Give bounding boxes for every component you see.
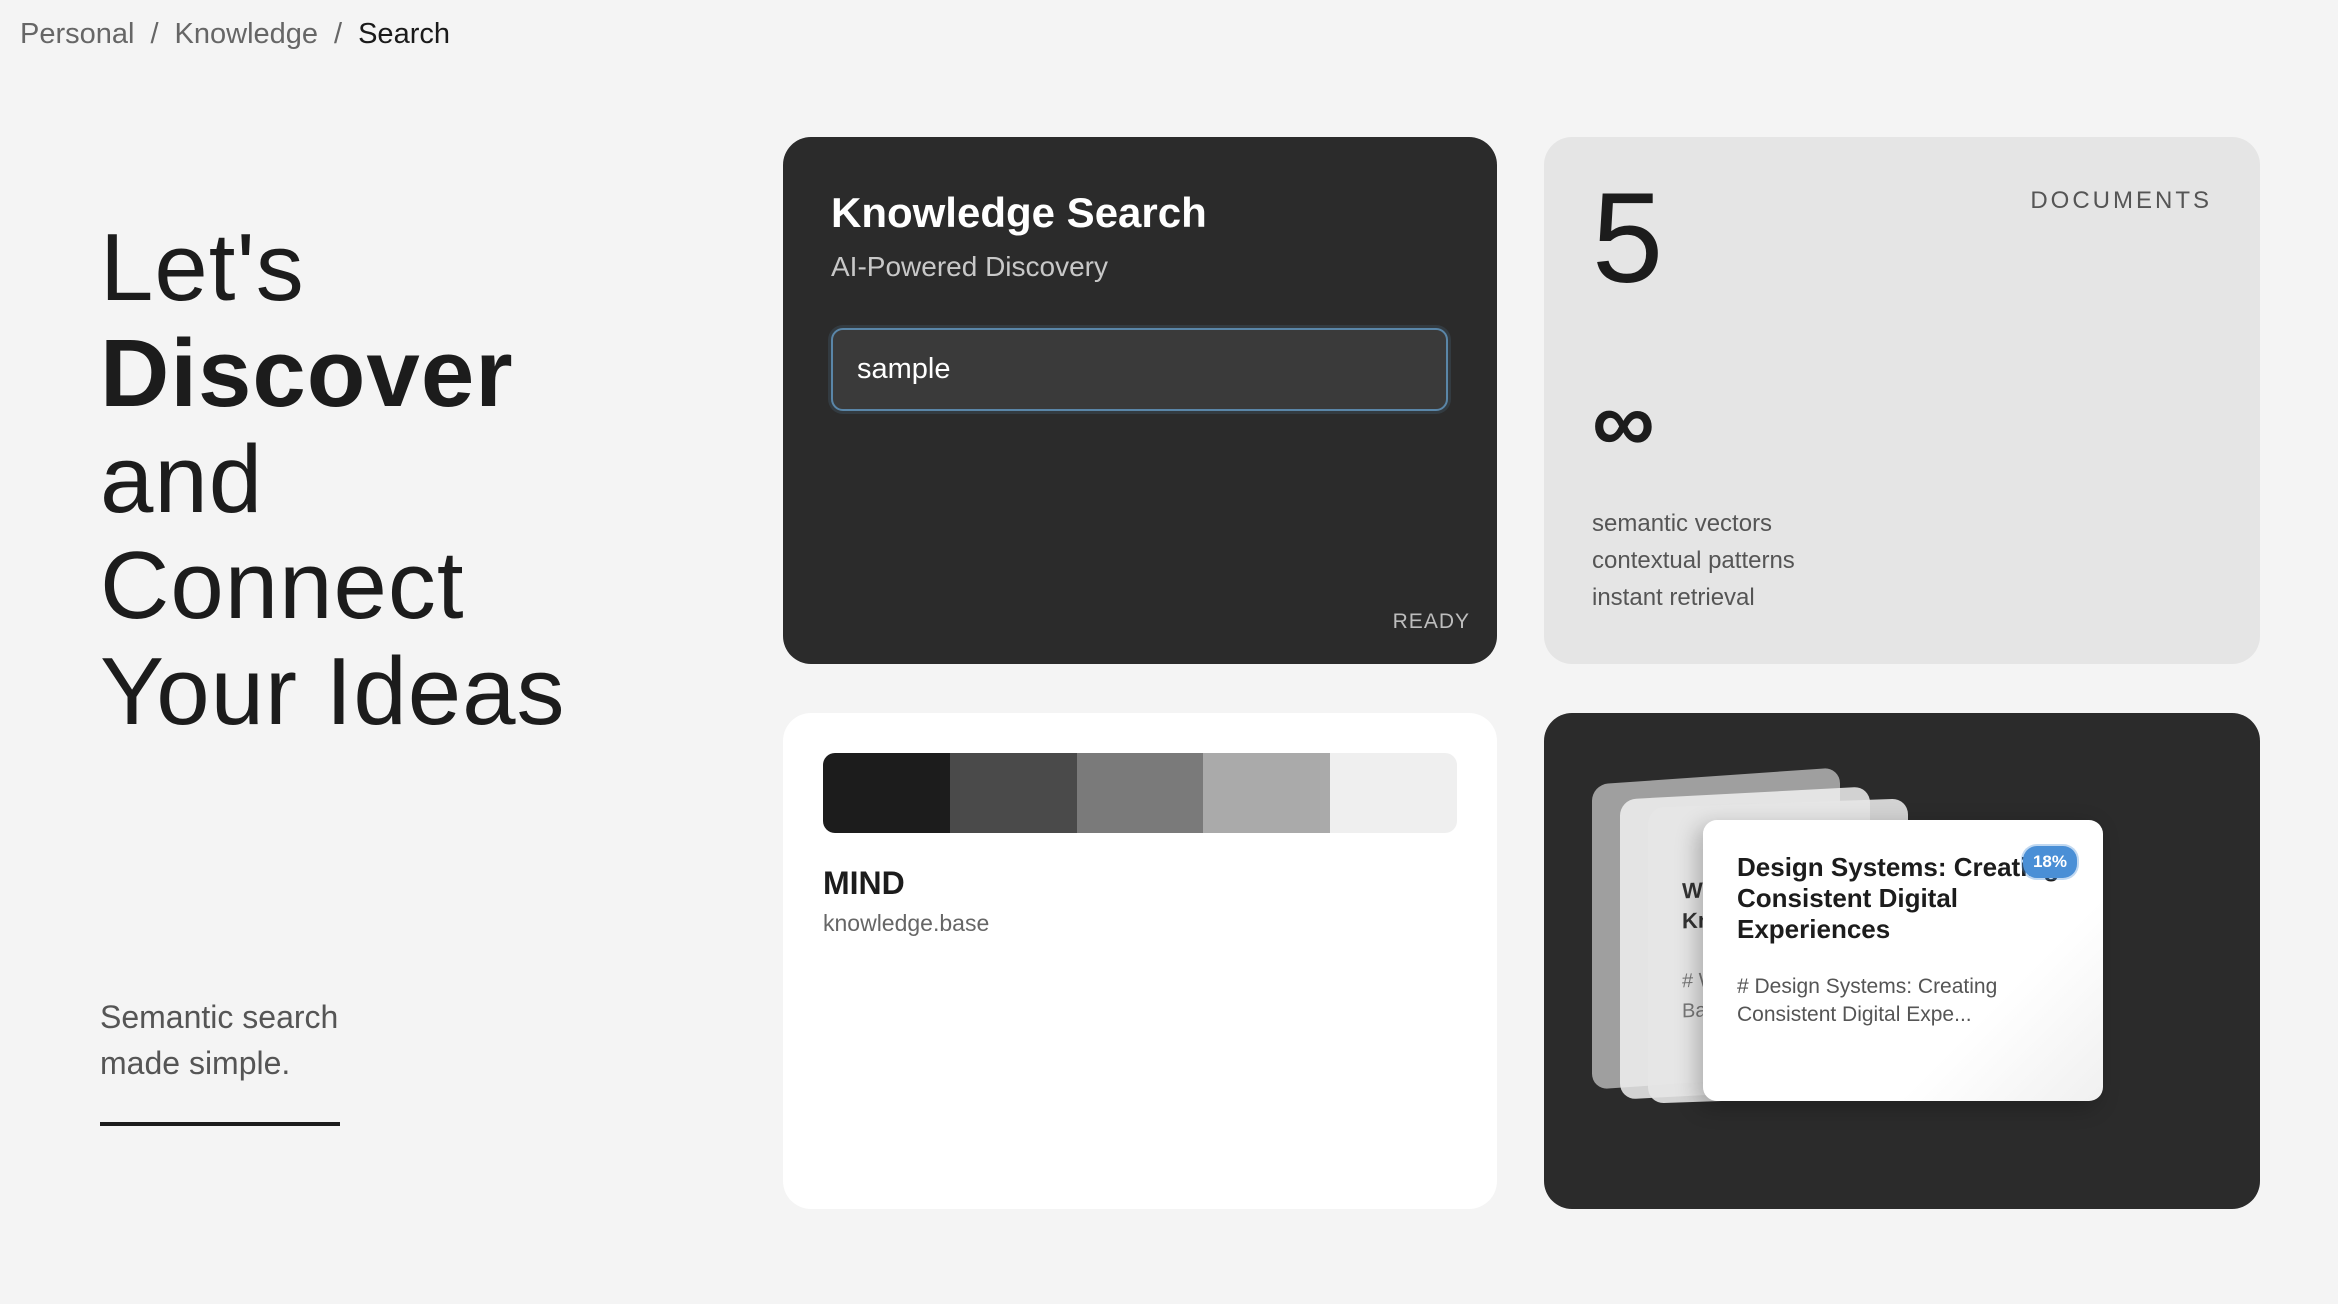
search-status: READY	[1392, 610, 1470, 633]
feature-item: contextual patterns	[1592, 547, 1795, 574]
search-card-subtitle: AI-Powered Discovery	[831, 251, 1108, 282]
stats-card: 5 DOCUMENTS ∞ semantic vectors contextua…	[1544, 137, 2260, 664]
breadcrumb-separator: /	[150, 18, 159, 50]
palette-swatch	[823, 753, 950, 833]
palette-swatch	[1076, 753, 1204, 833]
color-palette	[823, 753, 1457, 833]
relevance-badge: 18%	[2022, 846, 2077, 878]
breadcrumb-item-personal[interactable]: Personal	[20, 18, 134, 51]
tagline-line: Semantic search	[100, 999, 339, 1035]
search-input-wrapper[interactable]	[831, 328, 1448, 411]
hero-line: Connect	[100, 532, 465, 639]
hero-line: and	[100, 426, 264, 533]
hero-line: Let's	[100, 214, 305, 321]
document-card[interactable]: Design Systems: Creating Consistent Digi…	[1703, 820, 2103, 1101]
search-input[interactable]	[857, 353, 1422, 386]
search-card-title: Knowledge Search	[831, 189, 1207, 236]
breadcrumb-item-knowledge[interactable]: Knowledge	[175, 18, 319, 51]
mind-subtitle: knowledge.base	[823, 910, 990, 936]
tagline: Semantic search made simple.	[100, 994, 338, 1086]
hero-heading: Let's Discover and Connect Your Ideas	[100, 215, 565, 745]
breadcrumb-separator: /	[334, 18, 343, 50]
document-snippet: # Design Systems: Creating Consistent Di…	[1737, 975, 1998, 1026]
feature-item: semantic vectors	[1592, 510, 1773, 537]
breadcrumb-item-search: Search	[358, 18, 450, 50]
hero-line: Your Ideas	[100, 638, 566, 745]
document-count-label: DOCUMENTS	[2030, 187, 2212, 214]
tagline-divider	[100, 1122, 340, 1126]
document-stack-card: Welc Know # Welc Base Design Systems: Cr…	[1544, 713, 2260, 1209]
mind-card: MIND knowledge.base	[783, 713, 1497, 1209]
palette-swatch	[949, 753, 1077, 833]
hero-line-emphasis: Discover	[100, 320, 514, 427]
tagline-line: made simple.	[100, 1045, 291, 1081]
palette-swatch	[1330, 753, 1457, 833]
document-count: 5	[1592, 167, 1664, 310]
feature-list: semantic vectors contextual patterns ins…	[1592, 505, 1795, 616]
infinity-icon: ∞	[1592, 372, 1655, 471]
palette-swatch	[1203, 753, 1331, 833]
mind-title: MIND	[823, 865, 905, 901]
search-card: Knowledge Search AI-Powered Discovery RE…	[783, 137, 1497, 664]
breadcrumb: Personal / Knowledge / Search	[20, 18, 450, 51]
feature-item: instant retrieval	[1592, 584, 1755, 611]
